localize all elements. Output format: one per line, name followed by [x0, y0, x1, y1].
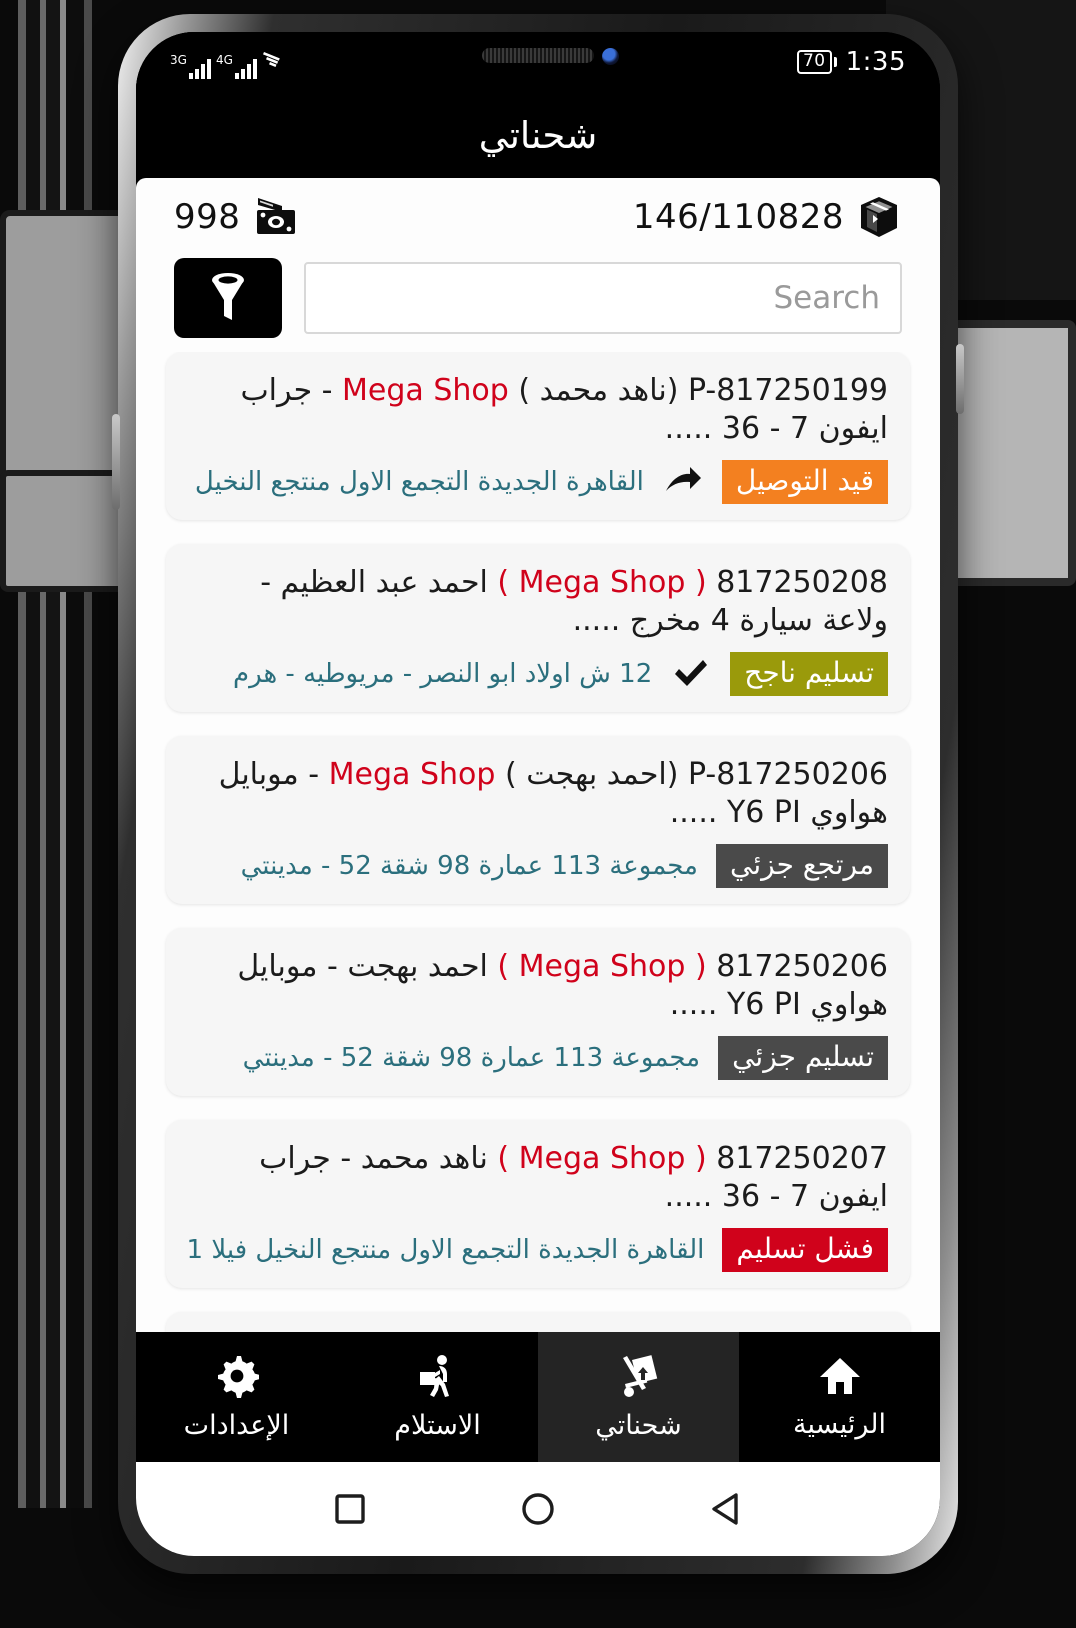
phone-device-frame: 3G 4G 70 1:35 شحناتي 146/110828 998 Sear… [112, 14, 964, 1574]
app-content: 146/110828 998 Search P-817250199 (ناهد … [136, 178, 940, 1332]
nav-label-pickup: الاستلام [394, 1409, 481, 1441]
shop-name: ( Mega Shop ) [487, 1140, 717, 1176]
nav-label-my-shipments: شحناتي [595, 1409, 682, 1441]
recents-square-icon[interactable] [330, 1489, 370, 1529]
home-icon [818, 1355, 862, 1401]
shipment-meta-row: مجموعة 113 عمارة 98 شقة 52 - مدينتي مرتج… [188, 843, 888, 888]
shipment-card[interactable]: 817250207 ( Mega Shop ) ناهد محمد - جراب… [166, 1119, 910, 1288]
bottom-navigation: الرئيسية شحناتي الاستلام الإعدادات [136, 1332, 940, 1462]
gear-icon [215, 1354, 260, 1402]
signal-bars-icon-1 [188, 57, 211, 79]
nav-item-home[interactable]: الرئيسية [739, 1332, 940, 1462]
home-circle-icon[interactable] [518, 1489, 558, 1529]
battery-level-label: 70 [796, 50, 832, 74]
status-badge: فشل تسليم [722, 1227, 888, 1272]
status-bar: 3G 4G 70 1:35 [136, 32, 940, 92]
nav-label-home: الرئيسية [793, 1408, 886, 1440]
shipment-card[interactable]: P-817250199 (ناهد محمد ) Mega Shop - جرا… [166, 352, 910, 520]
signal-4g-indicator: 4G [216, 54, 257, 79]
nav-item-settings[interactable]: الإعدادات [136, 1332, 337, 1462]
check-icon[interactable] [670, 657, 712, 691]
shop-name: Mega Shop [332, 373, 519, 408]
back-triangle-icon[interactable] [706, 1489, 746, 1529]
status-bar-right: 70 1:35 [796, 47, 906, 77]
battery-icon: 70 [796, 50, 837, 74]
shop-name: Mega Shop [319, 756, 505, 792]
nav-label-settings: الإعدادات [183, 1409, 290, 1441]
status-badge: مرتجع جزئي [715, 843, 888, 888]
nav-item-my-shipments[interactable]: شحناتي [538, 1332, 739, 1462]
status-badge: تسليم جزئي [718, 1035, 888, 1080]
money-icon [252, 196, 304, 238]
app-title-bar: شحناتي [136, 92, 940, 178]
hand-truck-icon [616, 1354, 662, 1402]
shipment-address: القاهرة الجديدة التجمع الاول منتجع النخي… [188, 466, 644, 497]
funnel-icon [206, 270, 250, 326]
phone-bezel: 3G 4G 70 1:35 شحناتي 146/110828 998 Sear… [136, 32, 940, 1556]
status-badge: قيد التوصيل [721, 459, 888, 504]
nav-item-pickup[interactable]: الاستلام [337, 1332, 538, 1462]
search-row [136, 246, 940, 352]
volume-button[interactable] [112, 414, 120, 510]
search-field[interactable] [304, 262, 902, 334]
network-type-label-2: 4G [215, 52, 233, 67]
money-counter[interactable]: 998 [174, 196, 304, 238]
package-icon [856, 194, 902, 240]
shipment-card[interactable]: 817250204 ( Mega Shop ) Nesma youssef - … [166, 1311, 910, 1332]
package-count-label: 146/110828 [632, 197, 844, 237]
battery-cap [833, 57, 837, 67]
package-counter[interactable]: 146/110828 [633, 194, 902, 240]
shipment-title: 817250206 ( Mega Shop ) احمد بهجت - موبا… [237, 948, 888, 1022]
counters-row: 146/110828 998 [136, 178, 940, 246]
shipment-address: مجموعة 113 عمارة 98 شقة 52 - مدينتي [242, 1042, 701, 1073]
filter-button[interactable] [174, 258, 282, 338]
shipment-title: 817250207 ( Mega Shop ) ناهد محمد - جراب… [259, 1140, 888, 1214]
power-button[interactable] [956, 344, 964, 414]
shipment-title: P-817250199 (ناهد محمد ) Mega Shop - جرا… [240, 373, 888, 446]
signal-3g-indicator: 3G [170, 54, 211, 79]
shipment-list[interactable]: P-817250199 (ناهد محمد ) Mega Shop - جرا… [136, 352, 940, 1332]
forward-arrow-icon[interactable] [662, 465, 704, 499]
shipment-card[interactable]: 817250206 ( Mega Shop ) احمد بهجت - موبا… [166, 927, 910, 1096]
shipment-address: مجموعة 113 عمارة 98 شقة 52 - مدينتي [240, 850, 698, 881]
shipment-card[interactable]: P-817250206 (احمد بهجت ) Mega Shop - موب… [166, 735, 910, 904]
status-badge: تسليم ناجح [730, 651, 888, 696]
page-title: شحناتي [478, 113, 598, 157]
shop-name: ( Mega Shop ) [487, 948, 717, 984]
shipment-meta-row: مجموعة 113 عمارة 98 شقة 52 - مدينتي تسلي… [188, 1035, 888, 1080]
background-left-panel-small [0, 470, 130, 592]
shipment-meta-row: القاهرة الجديدة التجمع الاول منتجع النخي… [188, 459, 888, 504]
shipment-meta-row: القاهرة الجديدة التجمع الاول منتجع النخي… [188, 1227, 888, 1272]
signal-bars-icon-2 [234, 57, 257, 79]
pickup-person-icon [416, 1354, 460, 1402]
shop-name: ( Mega Shop ) [487, 564, 717, 600]
android-navigation-bar [136, 1462, 940, 1556]
shipment-meta-row: 12 ش اولاد ابو النصر - مريوطيه - هرم تسل… [188, 651, 888, 696]
network-type-label-1: 3G [170, 52, 187, 67]
shipment-title: P-817250206 (احمد بهجت ) Mega Shop - موب… [218, 756, 888, 830]
search-input[interactable] [324, 279, 882, 317]
clock-label: 1:35 [845, 47, 906, 77]
earpiece-speaker [482, 48, 594, 63]
status-bar-left: 3G 4G [170, 46, 284, 79]
shipment-card[interactable]: 817250208 ( Mega Shop ) احمد عبد العظيم … [166, 543, 910, 712]
phone-screen: 3G 4G 70 1:35 شحناتي 146/110828 998 Sear… [136, 32, 940, 1556]
shipment-address: القاهرة الجديدة التجمع الاول منتجع النخي… [188, 1234, 705, 1265]
shipment-title: 817250208 ( Mega Shop ) احمد عبد العظيم … [260, 564, 888, 638]
wifi-icon [262, 46, 284, 75]
shipment-address: 12 ش اولاد ابو النصر - مريوطيه - هرم [233, 658, 653, 689]
front-camera-icon [602, 48, 620, 65]
money-count-label: 998 [174, 197, 241, 237]
